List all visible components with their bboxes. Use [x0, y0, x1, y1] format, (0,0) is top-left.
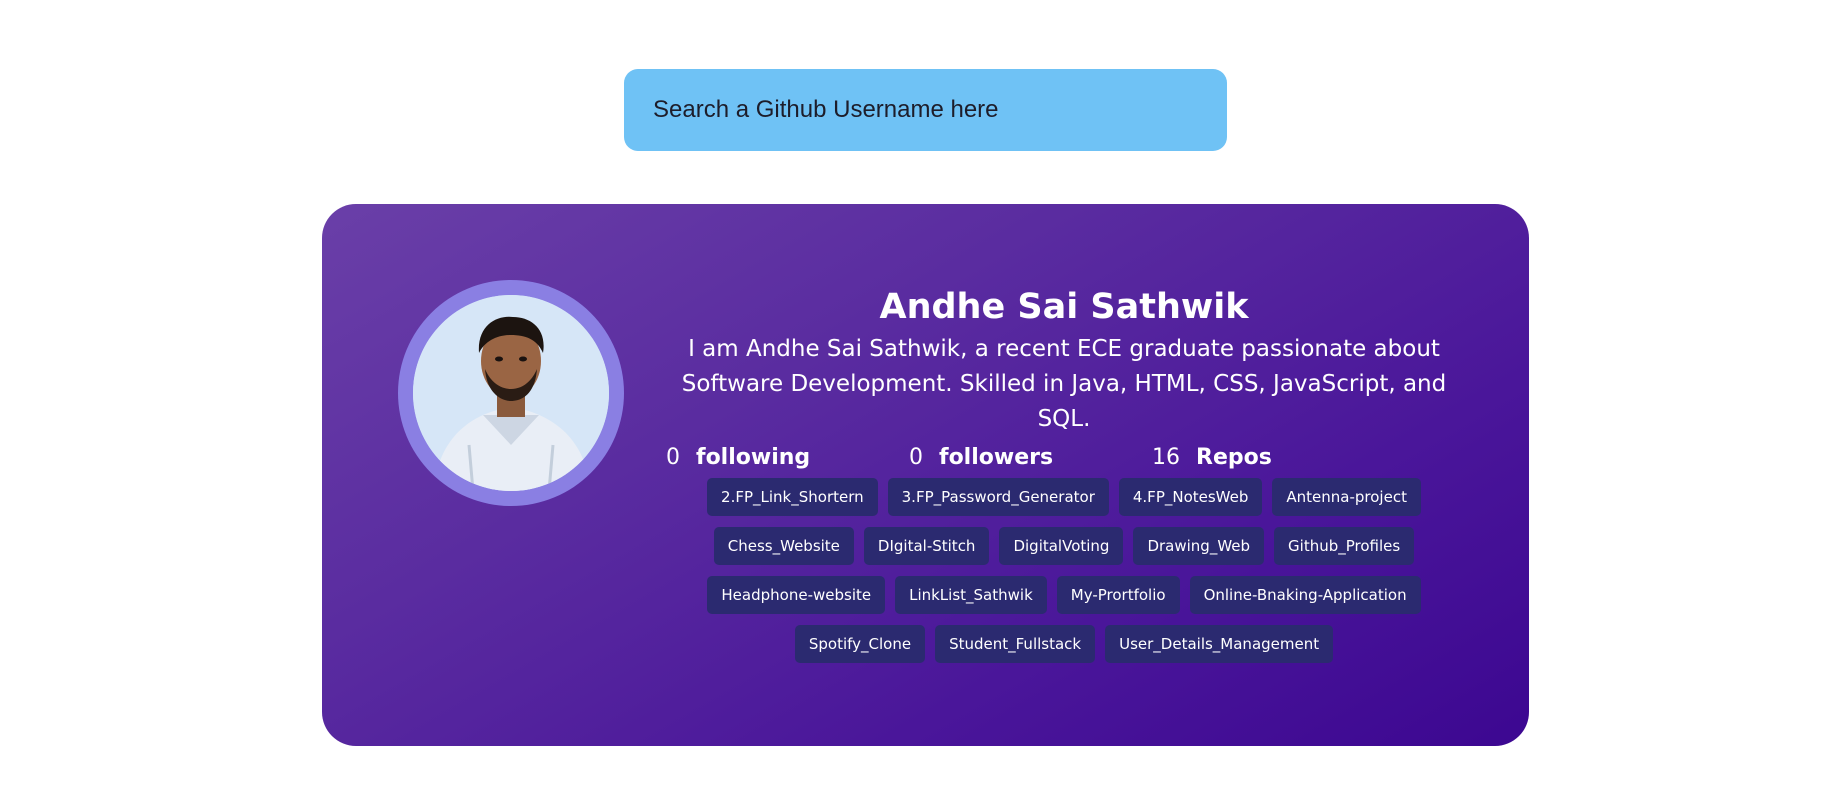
repo-link[interactable]: 2.FP_Link_Shortern	[707, 478, 878, 516]
page: Andhe Sai Sathwik I am Andhe Sai Sathwik…	[0, 0, 1847, 801]
repo-link[interactable]: Chess_Website	[713, 527, 854, 565]
repo-link[interactable]: Drawing_Web	[1133, 527, 1265, 565]
repo-link[interactable]: My-Prortfolio	[1056, 576, 1180, 614]
repo-link[interactable]: Online-Bnaking-Application	[1189, 576, 1421, 614]
profile-card: Andhe Sai Sathwik I am Andhe Sai Sathwik…	[322, 204, 1529, 746]
repo-link[interactable]: Spotify_Clone	[794, 625, 926, 663]
avatar-image	[413, 295, 609, 491]
following-label: following	[696, 444, 811, 470]
avatar	[413, 295, 609, 491]
repos-label: Repos	[1196, 444, 1272, 470]
repo-link[interactable]: DIgital-Stitch	[863, 527, 990, 565]
repo-link[interactable]: Github_Profiles	[1274, 527, 1415, 565]
profile-name: Andhe Sai Sathwik	[879, 287, 1249, 327]
repo-link[interactable]: 4.FP_NotesWeb	[1118, 478, 1263, 516]
repo-list: 2.FP_Link_Shortern 3.FP_Password_Generat…	[664, 475, 1464, 663]
search-input[interactable]	[651, 95, 1200, 125]
repo-link[interactable]: User_Details_Management	[1105, 625, 1334, 663]
repo-link[interactable]: 3.FP_Password_Generator	[887, 478, 1109, 516]
avatar-ring	[398, 280, 624, 506]
following-count: 0	[666, 444, 680, 470]
profile-info: Andhe Sai Sathwik I am Andhe Sai Sathwik…	[664, 282, 1464, 663]
repo-link[interactable]: Student_Fullstack	[935, 625, 1096, 663]
repo-link[interactable]: Headphone-website	[707, 576, 886, 614]
repos-count: 16	[1152, 444, 1180, 470]
followers-count: 0	[909, 444, 923, 470]
stat-following: 0 following	[666, 445, 909, 470]
followers-label: followers	[939, 444, 1054, 470]
stat-followers: 0 followers	[909, 445, 1152, 470]
profile-stats: 0 following 0 followers 16 Repos	[664, 439, 1464, 475]
repo-link[interactable]: DigitalVoting	[999, 527, 1124, 565]
repo-link[interactable]: Antenna-project	[1272, 478, 1421, 516]
search-box[interactable]	[624, 69, 1227, 151]
repo-link[interactable]: LinkList_Sathwik	[895, 576, 1047, 614]
profile-bio: I am Andhe Sai Sathwik, a recent ECE gra…	[681, 336, 1447, 432]
stat-repos: 16 Repos	[1152, 445, 1395, 470]
